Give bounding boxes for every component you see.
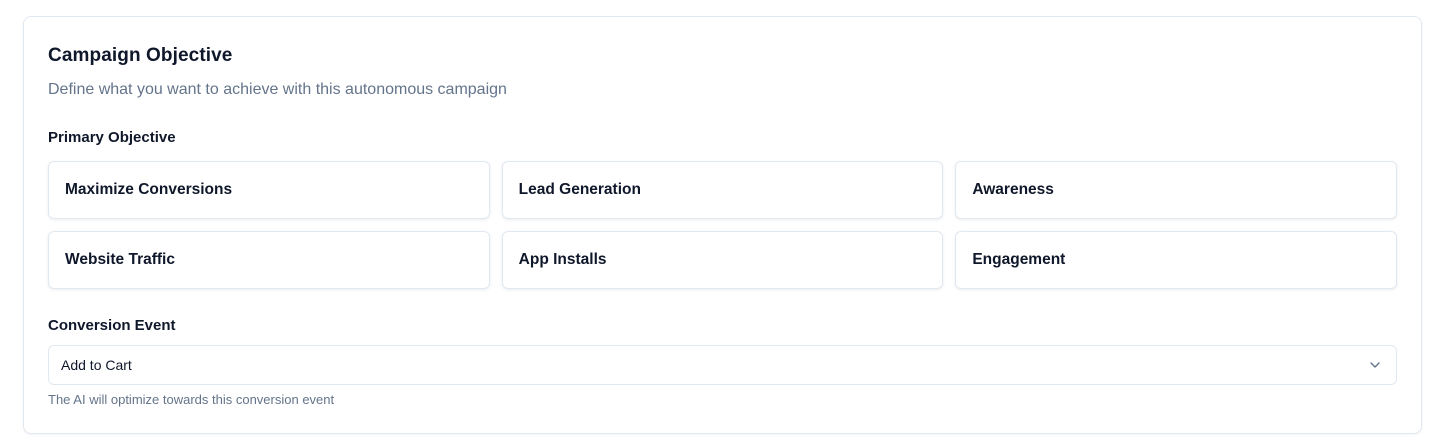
objective-option-label: Awareness xyxy=(972,181,1054,198)
objective-option-awareness[interactable]: Awareness xyxy=(955,161,1397,219)
chevron-down-icon xyxy=(1368,358,1382,372)
objective-option-app-installs[interactable]: App Installs xyxy=(501,231,944,289)
conversion-event-selected-value: Add to Cart xyxy=(61,357,132,373)
objective-option-label: Maximize Conversions xyxy=(65,181,233,198)
objective-option-label: Lead Generation xyxy=(518,181,641,198)
campaign-objective-card: Campaign Objective Define what you want … xyxy=(23,16,1422,434)
objective-option-label: Website Traffic xyxy=(65,251,175,268)
objective-options-grid: Maximize Conversions Lead Generation Awa… xyxy=(48,161,1397,289)
card-subtitle: Define what you want to achieve with thi… xyxy=(48,81,507,98)
objective-option-label: App Installs xyxy=(518,251,607,268)
objective-option-lead-generation[interactable]: Lead Generation xyxy=(501,161,944,219)
card-title: Campaign Objective xyxy=(48,45,233,66)
objective-option-website-traffic[interactable]: Website Traffic xyxy=(48,231,490,289)
objective-option-maximize-conversions[interactable]: Maximize Conversions xyxy=(48,161,490,219)
objective-option-engagement[interactable]: Engagement xyxy=(955,231,1397,289)
conversion-event-select[interactable]: Add to Cart xyxy=(48,345,1397,385)
primary-objective-label: Primary Objective xyxy=(48,129,176,146)
objective-option-label: Engagement xyxy=(972,251,1066,268)
conversion-event-label: Conversion Event xyxy=(48,317,176,334)
conversion-event-help-text: The AI will optimize towards this conver… xyxy=(48,392,335,407)
